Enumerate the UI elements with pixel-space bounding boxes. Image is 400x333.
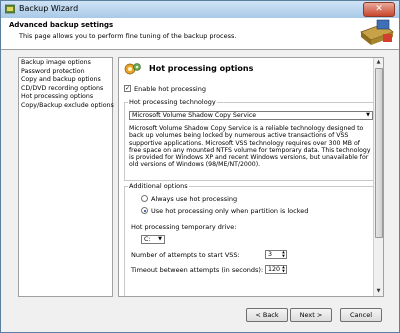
temp-drive-label: Hot processing temporary drive:	[131, 223, 237, 231]
panel-scrollbar[interactable]: ▲ ▼	[373, 58, 383, 296]
vss-attempts-label: Number of attempts to start VSS:	[131, 251, 240, 259]
nav-item-backup-image-options[interactable]: Backup image options	[19, 59, 112, 68]
backup-app-icon	[5, 4, 15, 14]
radio-only-when-locked[interactable]	[141, 207, 148, 214]
page-subtitle: This page allows you to perform fine tun…	[19, 32, 237, 40]
title-bar[interactable]: Backup Wizard ✕	[1, 1, 399, 19]
technology-description: Microsoft Volume Shadow Copy Service is …	[129, 125, 371, 169]
radio-always-hot[interactable]	[141, 195, 148, 202]
wizard-header: Advanced backup settings This page allow…	[1, 18, 399, 50]
page-title: Advanced backup settings	[9, 21, 114, 29]
additional-options-legend: Additional options	[128, 182, 189, 190]
hot-processing-icon	[124, 63, 141, 75]
enable-hot-processing-checkbox[interactable]: ✓	[124, 85, 131, 92]
timeout-value: 120	[268, 266, 281, 273]
window-title: Backup Wizard	[19, 4, 79, 13]
settings-panel: Hot processing options ✓ Enable hot proc…	[118, 57, 384, 297]
nav-item-hot-processing[interactable]: Hot processing options	[19, 93, 112, 102]
spinner-arrows-icon[interactable]: ▲ ▼	[281, 265, 286, 273]
timeout-spinner[interactable]: 120 ▲ ▼	[265, 265, 287, 274]
nav-item-exclude-options[interactable]: Copy/Backup exclude options	[19, 102, 114, 111]
nav-item-password-protection[interactable]: Password protection	[19, 68, 112, 77]
spinner-arrows-icon[interactable]: ▲ ▼	[281, 250, 286, 258]
options-nav-list[interactable]: Backup image options Password protection…	[18, 57, 114, 297]
vss-attempts-spinner[interactable]: 3 ▲ ▼	[265, 250, 287, 259]
panel-title: Hot processing options	[149, 64, 254, 73]
scroll-down-icon[interactable]: ▼	[374, 287, 383, 296]
scroll-up-icon[interactable]: ▲	[374, 58, 383, 67]
radio-only-when-locked-label: Use hot processing only when partition i…	[151, 207, 309, 215]
hard-drive-icon	[360, 19, 394, 45]
technology-select[interactable]: Microsoft Volume Shadow Copy Service ▼	[129, 111, 373, 120]
nav-item-copy-backup-options[interactable]: Copy and backup options	[19, 76, 112, 85]
technology-legend: Hot processing technology	[128, 98, 217, 106]
close-button[interactable]: ✕	[363, 2, 395, 17]
enable-hot-processing-label: Enable hot processing	[134, 85, 206, 93]
cancel-button[interactable]: Cancel	[340, 308, 382, 322]
timeout-label: Timeout between attempts (in seconds):	[131, 266, 264, 274]
nav-item-cd-dvd-recording[interactable]: CD/DVD recording options	[19, 85, 112, 94]
chevron-down-icon: ▼	[158, 236, 162, 242]
temp-drive-value: C:	[144, 236, 151, 243]
vss-attempts-value: 3	[268, 251, 273, 258]
radio-always-hot-label: Always use hot processing	[151, 195, 238, 203]
back-button[interactable]: < Back	[246, 308, 288, 322]
temp-drive-select[interactable]: C: ▼	[141, 235, 165, 244]
wizard-window: Backup Wizard ✕ Advanced backup settings…	[0, 0, 400, 333]
scrollbar-thumb[interactable]	[375, 68, 383, 238]
next-button[interactable]: Next >	[290, 308, 332, 322]
close-icon: ✕	[375, 4, 383, 14]
chevron-down-icon: ▼	[366, 112, 370, 118]
technology-select-value: Microsoft Volume Shadow Copy Service	[132, 112, 257, 119]
